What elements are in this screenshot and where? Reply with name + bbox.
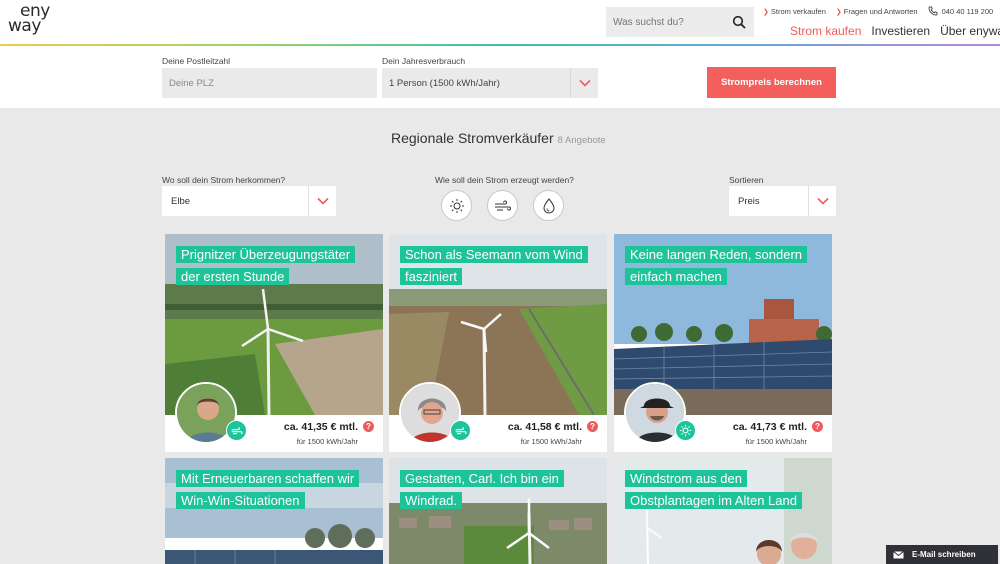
consumption-label: Dein Jahresverbrauch <box>382 56 466 66</box>
top-link-faq[interactable]: ❯ Fragen und Antworten <box>836 7 918 16</box>
section-title: Regionale Stromverkäufer 8 Angebote <box>391 130 606 146</box>
chevron-down-icon <box>816 197 829 205</box>
sort-select[interactable]: Preis <box>729 186 836 216</box>
wind-icon <box>226 420 247 441</box>
top-link-sell[interactable]: ❯ Strom verkaufen <box>763 7 826 16</box>
filter-wind-button[interactable] <box>487 190 518 221</box>
envelope-icon <box>893 550 904 558</box>
card-headline: Schon als Seemann vom Wind fasziniert <box>400 244 596 288</box>
card-price: ca. 41,35 € mtl. <box>283 421 358 433</box>
price-calculator: Deine Postleitzahl Deine PLZ Dein Jahres… <box>0 46 1000 108</box>
card-headline: Gestatten, Carl. Ich bin ein Windrad. <box>400 468 596 512</box>
zip-input[interactable]: Deine PLZ <box>162 68 377 98</box>
origin-select[interactable]: Elbe <box>162 186 336 216</box>
enyway-logo[interactable]: eny way <box>8 3 52 38</box>
wind-icon <box>494 199 511 211</box>
filter-water-button[interactable] <box>533 190 564 221</box>
consumption-select[interactable]: 1 Person (1500 kWh/Jahr) <box>382 68 598 98</box>
seller-card[interactable]: Schon als Seemann vom Wind fasziniert ca… <box>389 234 607 452</box>
dropdown-toggle[interactable] <box>808 186 836 216</box>
chevron-right-icon: ❯ <box>835 8 842 16</box>
nav-investieren[interactable]: Investieren <box>871 24 930 38</box>
dropdown-toggle[interactable] <box>308 186 336 216</box>
seller-card[interactable]: Windstrom aus den Obstplantagen im Alten… <box>614 458 832 564</box>
seller-card[interactable]: Gestatten, Carl. Ich bin ein Windrad. <box>389 458 607 564</box>
seller-card[interactable]: Prignitzer Überzeugungstäter der ersten … <box>165 234 383 452</box>
seller-card[interactable]: Keine langen Reden, sondern einfach mach… <box>614 234 832 452</box>
email-write-button[interactable]: E-Mail schreiben <box>886 545 998 564</box>
wind-icon <box>450 420 471 441</box>
type-filter-label: Wie soll dein Strom erzeugt werden? <box>435 175 574 185</box>
price-info-icon[interactable]: ? <box>812 421 823 432</box>
origin-filter-label: Wo soll dein Strom herkommen? <box>162 175 286 185</box>
zip-label: Deine Postleitzahl <box>162 56 231 66</box>
main-nav: Strom kaufen Investieren Über enyway <box>790 24 1000 38</box>
card-headline: Keine langen Reden, sondern einfach mach… <box>625 244 821 288</box>
water-drop-icon <box>542 197 555 214</box>
price-info-icon[interactable]: ? <box>587 421 598 432</box>
chevron-down-icon <box>316 197 329 205</box>
seller-card[interactable]: Mit Erneuerbaren schaffen wir Win-Win-Si… <box>165 458 383 564</box>
phone-icon <box>928 6 938 16</box>
chevron-down-icon <box>578 79 591 87</box>
sort-label: Sortieren <box>729 175 764 185</box>
card-headline: Windstrom aus den Obstplantagen im Alten… <box>625 468 821 512</box>
card-price: ca. 41,58 € mtl. <box>507 421 582 433</box>
sun-icon <box>675 420 696 441</box>
card-price: ca. 41,73 € mtl. <box>732 421 807 433</box>
search-button[interactable] <box>724 7 754 37</box>
calculate-price-button[interactable]: Strompreis berechnen <box>707 67 836 98</box>
search-input[interactable] <box>606 7 724 37</box>
dropdown-toggle[interactable] <box>570 68 598 98</box>
card-headline: Prignitzer Überzeugungstäter der ersten … <box>176 244 372 288</box>
card-price-basis: für 1500 kWh/Jahr <box>745 437 807 446</box>
card-price-basis: für 1500 kWh/Jahr <box>520 437 582 446</box>
card-price-basis: für 1500 kWh/Jahr <box>296 437 358 446</box>
search-box <box>606 7 754 37</box>
sun-icon <box>449 198 464 213</box>
filter-solar-button[interactable] <box>441 190 472 221</box>
search-icon <box>732 15 746 29</box>
nav-ueber-enyway[interactable]: Über enyway <box>940 24 1000 38</box>
price-info-icon[interactable]: ? <box>363 421 374 432</box>
offer-count: 8 Angebote <box>557 135 606 146</box>
card-headline: Mit Erneuerbaren schaffen wir Win-Win-Si… <box>176 468 372 512</box>
phone-link[interactable]: 040 40 119 200 <box>928 6 993 16</box>
site-header: eny way ❯Strom verkaufen ❯Fragen und Ant… <box>0 0 1000 46</box>
nav-strom-kaufen[interactable]: Strom kaufen <box>790 24 861 38</box>
top-links: ❯ Strom verkaufen ❯ Fragen und Antworten 0… <box>763 6 993 16</box>
chevron-right-icon: ❯ <box>763 8 769 16</box>
